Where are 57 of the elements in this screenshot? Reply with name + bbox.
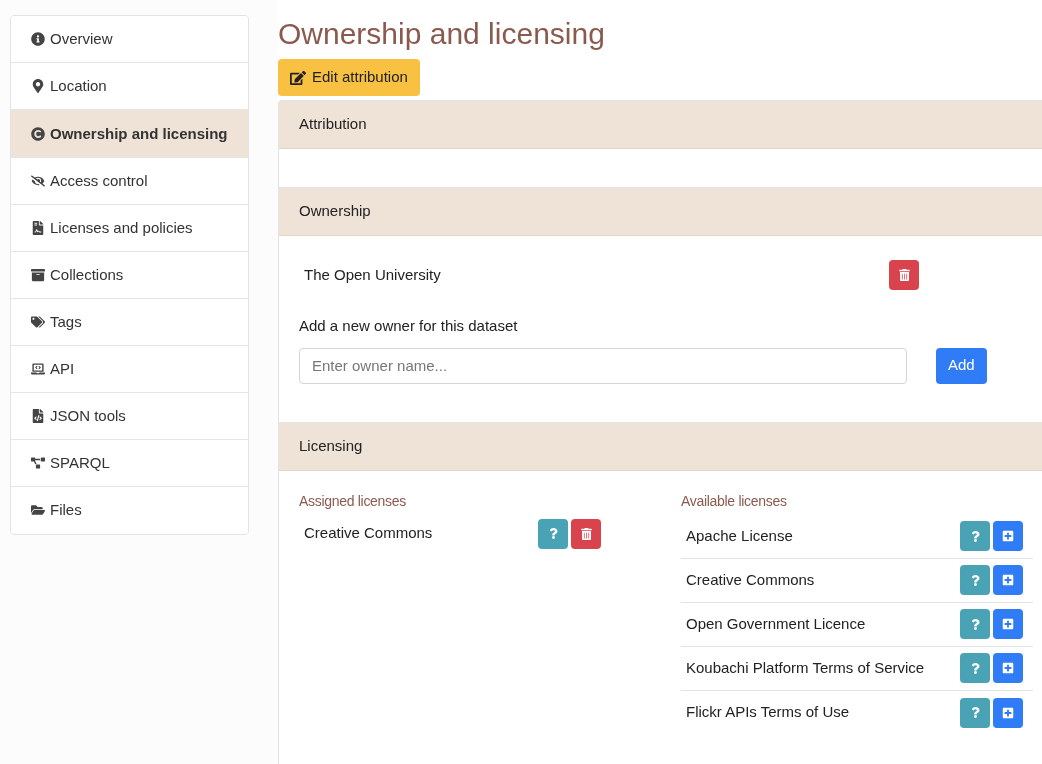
laptop-code-icon xyxy=(31,361,45,376)
archive-box-icon xyxy=(31,267,45,282)
help-button[interactable] xyxy=(538,518,568,549)
add-license-button[interactable] xyxy=(993,609,1023,639)
add-license-button[interactable] xyxy=(993,521,1023,551)
section-header: Attribution xyxy=(279,101,1042,149)
code-file-icon xyxy=(31,408,45,423)
owner-name: The Open University xyxy=(303,264,442,285)
question-icon xyxy=(969,662,981,674)
plus-icon xyxy=(1002,618,1014,630)
add-license-button[interactable] xyxy=(993,697,1023,728)
add-license-button[interactable] xyxy=(993,653,1023,683)
section-header: Ownership xyxy=(279,188,1042,236)
document-icon xyxy=(31,220,45,235)
plus-icon xyxy=(1002,662,1014,674)
map-pin-icon xyxy=(31,78,45,93)
assigned-licenses-title: Assigned licenses xyxy=(299,491,407,511)
trash-icon xyxy=(898,269,910,281)
help-button[interactable] xyxy=(960,521,990,551)
edit-icon xyxy=(290,69,306,86)
help-button[interactable] xyxy=(960,697,990,728)
question-icon xyxy=(969,707,981,718)
folder-icon xyxy=(31,503,45,518)
diagram-icon xyxy=(31,455,45,470)
question-icon xyxy=(969,618,981,630)
help-button[interactable] xyxy=(960,653,990,683)
delete-button[interactable] xyxy=(889,260,919,290)
delete-button[interactable] xyxy=(571,518,601,549)
sidebar-item[interactable]: Overview xyxy=(11,16,248,63)
available-licenses-title: Available licenses xyxy=(681,491,788,511)
question-icon xyxy=(547,528,559,539)
trash-icon xyxy=(580,527,592,540)
add-license-button[interactable] xyxy=(993,565,1023,595)
license-name: Open Government Licence xyxy=(686,613,867,634)
help-button[interactable] xyxy=(960,609,990,639)
license-name: Apache License xyxy=(686,525,794,546)
plus-icon xyxy=(1002,530,1014,542)
license-name: Flickr APIs Terms of Use xyxy=(686,702,851,723)
add-owner-button[interactable]: Add xyxy=(936,347,987,384)
license-name: Koubachi Platform Terms of Service xyxy=(686,657,926,678)
question-icon xyxy=(969,530,981,542)
info-icon xyxy=(31,31,45,46)
edit-attribution-button[interactable]: Edit attribution xyxy=(278,59,420,96)
sidebar-item[interactable]: Ownership and licensing xyxy=(11,110,248,158)
license-name: Creative Commons xyxy=(304,523,434,544)
plus-icon xyxy=(1002,574,1014,586)
add-owner-label: Add a new owner for this dataset xyxy=(299,316,519,336)
page-title: Ownership and licensing xyxy=(278,16,606,52)
owner-name-input[interactable]: Enter owner name... xyxy=(299,347,907,384)
tags-icon xyxy=(31,314,45,329)
eye-slash-icon xyxy=(31,173,45,188)
section-header: Licensing xyxy=(279,422,1042,471)
copyright-icon xyxy=(31,127,45,141)
question-icon xyxy=(969,574,981,586)
help-button[interactable] xyxy=(960,565,990,595)
license-name: Creative Commons xyxy=(686,569,816,590)
plus-icon xyxy=(1002,706,1014,719)
